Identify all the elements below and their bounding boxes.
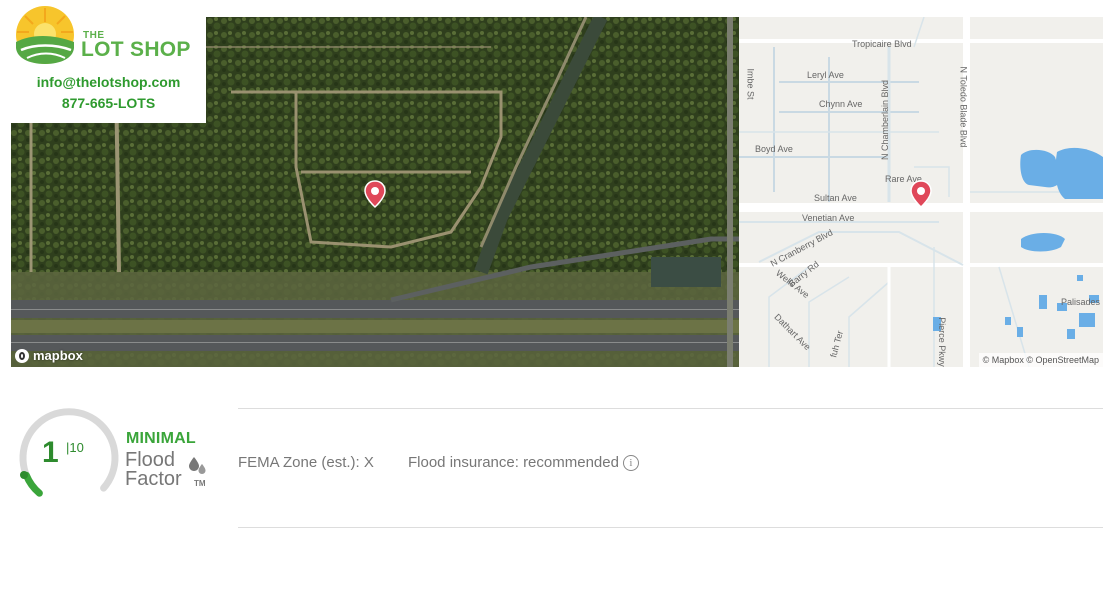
flood-insurance-text: Flood insurance: recommended [408, 454, 619, 471]
street-map[interactable]: Tropicaire Blvd Imbe St Leryl Ave Chynn … [739, 17, 1103, 367]
street-label: Boyd Ave [755, 144, 793, 154]
street-label: Leryl Ave [807, 70, 844, 80]
trademark-mark: TM [194, 479, 206, 488]
fema-zone: FEMA Zone (est.): X [238, 454, 374, 471]
section-divider-bottom [238, 527, 1103, 528]
street-label: Venetian Ave [802, 213, 855, 223]
info-icon[interactable]: i [622, 454, 639, 471]
street-label: N Chamberlain Blvd [880, 79, 891, 161]
contact-email[interactable]: info@thelotshop.com [11, 74, 206, 90]
sun-field-logo-icon [16, 6, 74, 64]
lot-shop-logo-card: THE LOT SHOP info@thelotshop.com 877-665… [11, 0, 206, 123]
street-label: Tropicaire Blvd [852, 39, 912, 49]
street-label: Chynn Ave [819, 99, 863, 109]
street-label: Imbe St [745, 68, 756, 100]
street-label: N Toledo Blade Blvd [958, 66, 969, 148]
flood-insurance-status: Flood insurance: recommended i [408, 454, 639, 471]
flood-factor-brand-line1: Flood [125, 449, 176, 471]
mapbox-logo[interactable]: mapbox [15, 348, 83, 363]
map-attribution[interactable]: © Mapbox © OpenStreetMap [978, 353, 1103, 367]
street-label: Sultan Ave [814, 193, 857, 203]
logo-name: LOT SHOP [81, 38, 191, 61]
map-pin-icon[interactable] [910, 180, 932, 208]
water-drops-icon [189, 457, 206, 474]
flood-score: 1 [42, 436, 59, 469]
flood-risk-level: MINIMAL [126, 430, 196, 447]
mapbox-logo-icon [15, 348, 29, 363]
section-divider-top [238, 408, 1103, 409]
flood-factor-widget: 1 |10 MINIMAL Flood Factor TM [14, 408, 214, 508]
mapbox-logo-text: mapbox [33, 348, 83, 363]
flood-factor-brand-line2: Factor [125, 468, 182, 490]
map-pin-icon[interactable] [364, 180, 386, 208]
street-label: Palisades Blv [1061, 297, 1103, 307]
flood-score-max: |10 [66, 440, 84, 455]
street-label: Pierce Pkwy [936, 317, 947, 367]
contact-phone[interactable]: 877-665-LOTS [11, 95, 206, 111]
flood-score-gauge [19, 408, 119, 497]
